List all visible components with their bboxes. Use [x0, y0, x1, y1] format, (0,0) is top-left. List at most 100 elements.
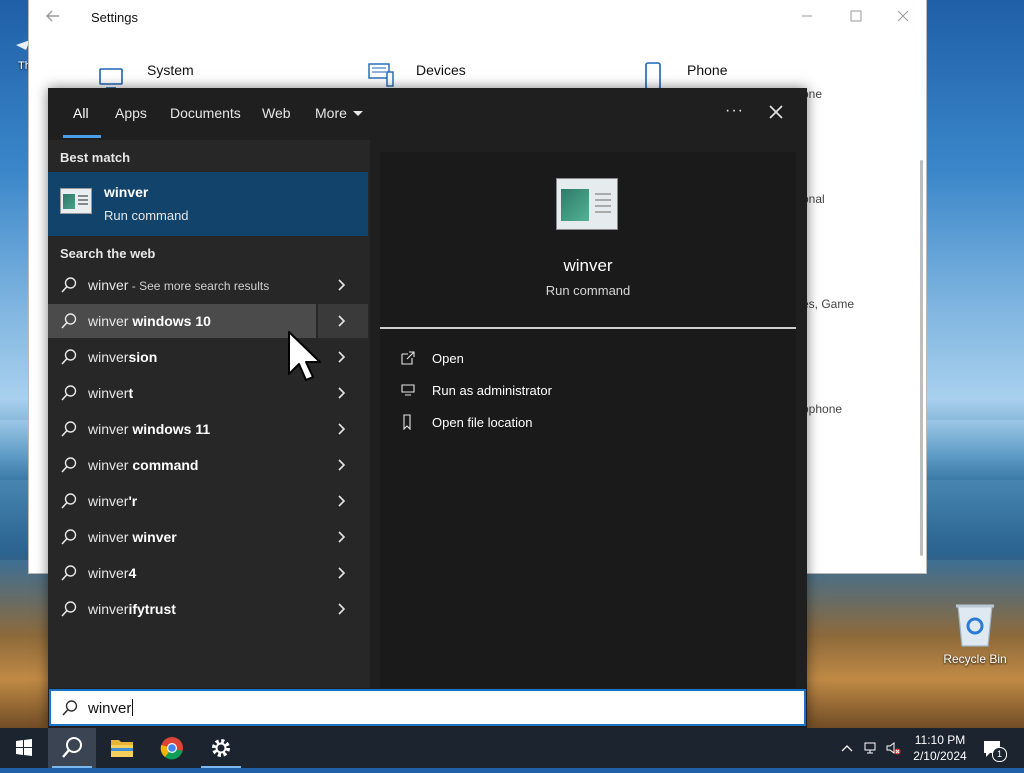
web-result-main[interactable]: winver winver: [48, 520, 316, 554]
web-result-main[interactable]: winversion: [48, 340, 316, 374]
taskbar-search-button[interactable]: [48, 728, 96, 768]
tab-web[interactable]: Web: [262, 105, 291, 121]
search-input[interactable]: winver: [49, 689, 806, 726]
start-icon: [16, 739, 32, 756]
maximize-button[interactable]: [844, 6, 868, 28]
search-icon: [61, 493, 77, 509]
open-icon: [401, 351, 415, 365]
search-icon: [61, 349, 77, 365]
search-icon: [62, 700, 78, 716]
settings-icon: [212, 739, 230, 757]
volume-muted-icon[interactable]: [885, 740, 901, 756]
web-result-completion: ifytrust: [128, 601, 176, 617]
web-result-expand-button[interactable]: [318, 592, 368, 626]
taskbar-clock[interactable]: 11:10 PM 2/10/2024: [905, 732, 975, 764]
tab-more[interactable]: More: [315, 105, 363, 121]
tab-apps[interactable]: Apps: [115, 105, 147, 121]
network-icon[interactable]: [863, 740, 879, 756]
chevron-right-icon: [338, 459, 346, 471]
settings-item-phone[interactable]: Phone: [687, 62, 727, 78]
start-search-panel: All Apps Documents Web More ··· Best mat…: [48, 88, 807, 728]
taskbar-chrome[interactable]: [148, 728, 196, 768]
web-result-main[interactable]: winverifytrust: [48, 592, 316, 626]
settings-item-system[interactable]: System: [147, 62, 194, 78]
chevron-right-icon: [338, 387, 346, 399]
chevron-right-icon: [338, 423, 346, 435]
action-open-label: Open: [432, 351, 464, 366]
web-result-prefix: winver: [88, 493, 129, 509]
taskbar-file-explorer[interactable]: [98, 728, 146, 768]
web-result-expand-button[interactable]: [318, 268, 368, 302]
web-result-completion: windows 11: [128, 421, 211, 437]
web-result-text: winver winver: [88, 529, 177, 545]
web-result-main[interactable]: winver windows 10: [48, 304, 316, 338]
tab-documents[interactable]: Documents: [170, 105, 241, 121]
web-result-text: winver'r: [88, 493, 137, 509]
web-result-item[interactable]: winver - See more search results: [48, 268, 370, 302]
web-result-suffix: - See more search results: [128, 279, 270, 293]
web-result-main[interactable]: winver windows 11: [48, 412, 316, 446]
preview-name: winver: [563, 256, 613, 275]
web-result-completion: winver: [128, 529, 177, 545]
web-result-main[interactable]: winvert: [48, 376, 316, 410]
web-result-main[interactable]: winver'r: [48, 484, 316, 518]
active-tab-indicator: [63, 135, 101, 138]
shield-icon: [401, 384, 415, 396]
start-button[interactable]: [0, 728, 48, 768]
web-result-item[interactable]: winver'r: [48, 484, 370, 518]
close-icon[interactable]: [764, 100, 788, 124]
web-result-prefix: winver: [88, 529, 129, 545]
search-icon: [61, 565, 77, 581]
web-result-prefix: winver: [88, 421, 129, 437]
chevron-up-icon[interactable]: [839, 740, 855, 756]
search-tabs: All Apps Documents Web More ···: [48, 88, 807, 140]
web-result-completion: sion: [128, 349, 158, 365]
web-result-main[interactable]: winver4: [48, 556, 316, 590]
web-result-expand-button[interactable]: [318, 484, 368, 518]
web-result-item[interactable]: winver winver: [48, 520, 370, 554]
web-result-text: winver4: [88, 565, 136, 581]
web-result-text: winver windows 10: [88, 313, 211, 329]
search-icon: [61, 313, 77, 329]
settings-scrollbar[interactable]: [920, 160, 923, 556]
web-result-main[interactable]: winver command: [48, 448, 316, 482]
web-result-item[interactable]: winver command: [48, 448, 370, 482]
action-open-file-location-label: Open file location: [432, 415, 533, 430]
web-result-item[interactable]: winverifytrust: [48, 592, 370, 626]
settings-title: Settings: [91, 10, 138, 25]
web-result-expand-button[interactable]: [318, 520, 368, 554]
minimize-button[interactable]: [795, 6, 819, 28]
web-result-prefix: winver: [88, 385, 129, 401]
web-result-text: winversion: [88, 349, 157, 365]
file-explorer-icon: [111, 740, 133, 757]
action-center-button[interactable]: 1: [982, 738, 1007, 762]
search-icon: [61, 277, 77, 293]
web-result-expand-button[interactable]: [318, 556, 368, 590]
web-result-item[interactable]: winver4: [48, 556, 370, 590]
search-query-text: winver: [88, 700, 132, 717]
settings-item-devices[interactable]: Devices: [416, 62, 466, 78]
chevron-right-icon: [338, 315, 346, 327]
tab-all[interactable]: All: [73, 105, 89, 121]
web-result-item[interactable]: winver windows 11: [48, 412, 370, 446]
more-options-icon[interactable]: ···: [725, 102, 744, 120]
web-result-expand-button[interactable]: [318, 448, 368, 482]
chevron-down-icon: [352, 111, 363, 116]
web-result-text: winverifytrust: [88, 601, 176, 617]
settings-partial-text: es, Game: [802, 297, 855, 311]
preview-pane: winver Run command Open Run as administr…: [380, 152, 796, 688]
web-result-expand-button[interactable]: [318, 412, 368, 446]
recycle-bin[interactable]: Recycle Bin: [942, 600, 1008, 672]
action-run-as-admin-label: Run as administrator: [432, 383, 552, 398]
close-window-button[interactable]: [891, 6, 915, 28]
settings-titlebar: Settings: [29, 0, 926, 34]
back-arrow-icon[interactable]: [45, 8, 61, 24]
web-result-prefix: winver: [88, 601, 129, 617]
search-web-header: Search the web: [60, 246, 156, 261]
chevron-right-icon: [338, 495, 346, 507]
web-result-prefix: winver: [88, 277, 129, 293]
taskbar-settings[interactable]: [197, 728, 245, 768]
web-result-main[interactable]: winver - See more search results: [48, 268, 316, 302]
best-match-item[interactable]: winver Run command: [48, 172, 368, 236]
recycle-bin-icon: [956, 604, 994, 647]
